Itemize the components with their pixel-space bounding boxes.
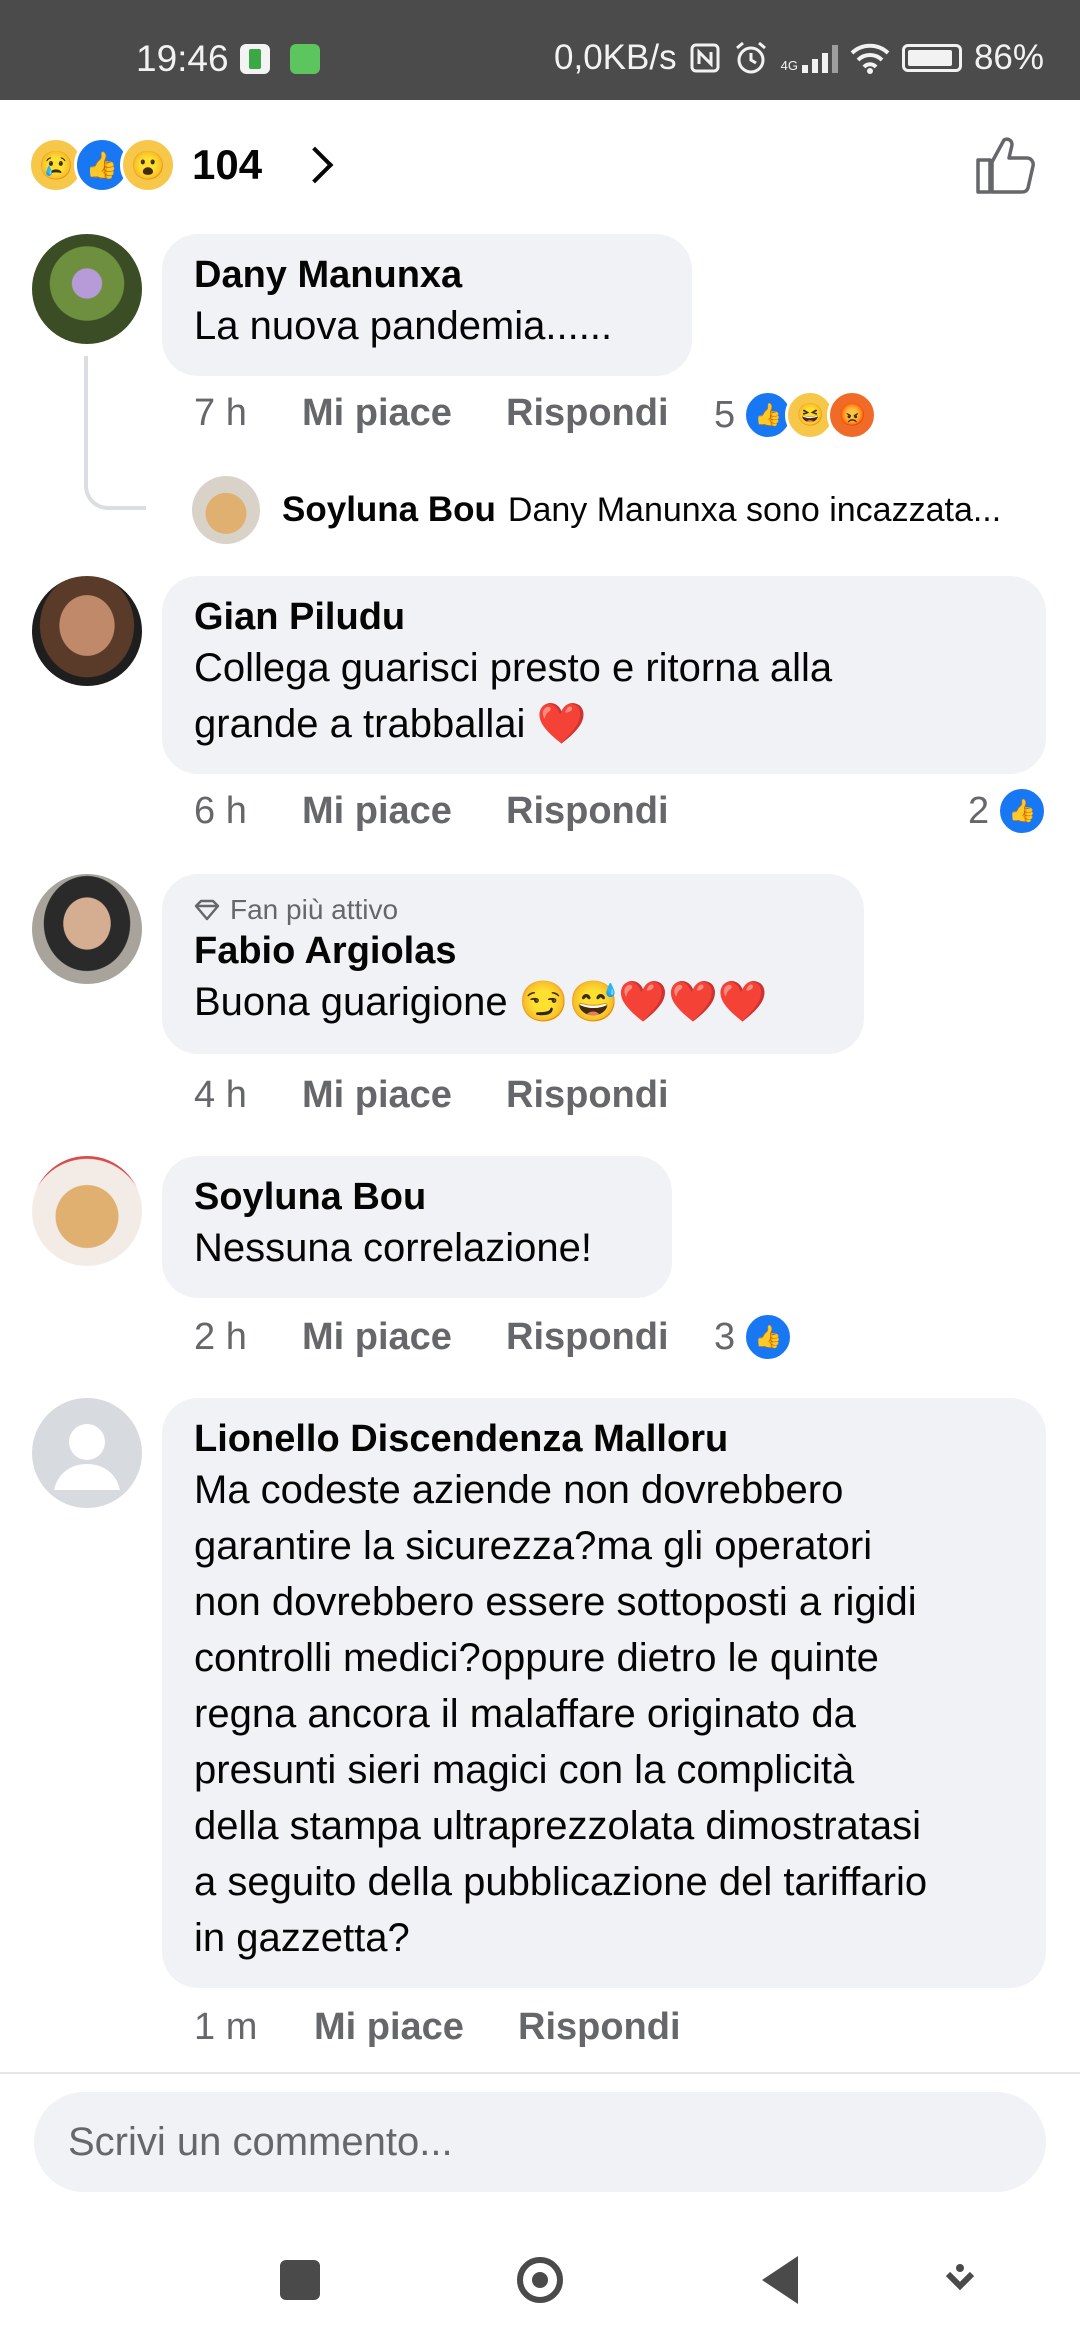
home-button[interactable]: [508, 2248, 572, 2312]
like-button[interactable]: Mi piace: [314, 2006, 518, 2049]
avatar[interactable]: [32, 234, 142, 344]
comment-actions: 4 h Mi piace Rispondi: [194, 1074, 669, 1117]
comment-author[interactable]: Gian Piludu: [194, 594, 1014, 640]
triangle-back-icon: [762, 2256, 798, 2304]
circle-icon: [517, 2257, 563, 2303]
diamond-icon: [194, 899, 220, 921]
comment-reactions[interactable]: 5 👍 😆 😡: [714, 390, 878, 440]
comment-time: 7 h: [194, 392, 247, 434]
avatar: [192, 476, 260, 544]
battery-icon: [901, 44, 962, 72]
comment-text-line: regna ancora il malaffare originato da: [194, 1692, 856, 1736]
comment-time: 4 h: [194, 1074, 247, 1116]
network-type: 4G: [780, 58, 798, 73]
comment-input[interactable]: Scrivi un commento...: [34, 2092, 1046, 2192]
reply-preview[interactable]: Soyluna Bou Dany Manunxa sono incazzata.…: [192, 476, 1001, 544]
status-indicators: 0,0KB/s 4G 86%: [554, 38, 1044, 78]
chevron-right-icon[interactable]: [296, 146, 334, 184]
comment-text: La nuova pandemia......: [194, 304, 613, 348]
comment-reactions[interactable]: 2 👍: [968, 786, 1048, 836]
reply-button[interactable]: Rispondi: [506, 1074, 669, 1117]
reaction-count: 3: [714, 1315, 736, 1358]
comment-reactions[interactable]: 3 👍: [714, 1312, 794, 1362]
like-button[interactable]: Mi piace: [302, 790, 506, 833]
comment-text-line: a seguito della pubblicazione del tariff…: [194, 1860, 928, 1904]
reply-button[interactable]: Rispondi: [506, 392, 669, 435]
reply-button[interactable]: Rispondi: [518, 2006, 681, 2049]
comment-text-line: in gazzetta?: [194, 1916, 410, 1960]
comment-actions: 2 h Mi piace Rispondi: [194, 1316, 669, 1359]
like-button[interactable]: Mi piace: [302, 1316, 506, 1359]
comment-actions: 6 h Mi piace Rispondi: [194, 790, 669, 833]
comment-text-line: non dovrebbero essere sottoposti a rigid…: [194, 1580, 917, 1624]
divider: [0, 2072, 1080, 2074]
comment-actions: 1 m Mi piace Rispondi: [194, 2006, 681, 2049]
reaction-count: 2: [968, 789, 990, 832]
comment-input-placeholder: Scrivi un commento...: [68, 2119, 453, 2164]
chevron-down-icon: [945, 2264, 975, 2291]
reaction-count: 5: [714, 393, 736, 436]
like-reaction-icon: 👍: [997, 786, 1048, 836]
expand-button[interactable]: [928, 2248, 992, 2312]
comment-text: Nessuna correlazione!: [194, 1226, 592, 1270]
like-button[interactable]: Mi piace: [302, 1074, 506, 1117]
back-button[interactable]: [748, 2248, 812, 2312]
system-nav-bar: [0, 2220, 1080, 2340]
wifi-icon: [850, 43, 890, 74]
comment-author[interactable]: Dany Manunxa: [194, 252, 660, 298]
reply-text: Dany Manunxa sono incazzata...: [507, 490, 1002, 529]
comment-bubble[interactable]: Dany Manunxa La nuova pandemia......: [162, 234, 692, 376]
reaction-count: 104: [192, 141, 263, 188]
comment-text-line: garantire la sicurezza?ma gli operatori: [194, 1524, 873, 1568]
angry-reaction-icon: 😡: [827, 390, 878, 440]
comment-bubble[interactable]: Gian Piludu Collega guarisci presto e ri…: [162, 576, 1046, 774]
top-fan-badge: Fan più attivo: [194, 892, 832, 928]
comment-author[interactable]: Soyluna Bou: [194, 1174, 640, 1220]
status-time: 19:46: [136, 38, 229, 79]
battery-level: 86%: [973, 38, 1044, 77]
comment-actions: 7 h Mi piace Rispondi: [194, 392, 669, 435]
wow-emoji-icon: 😮: [120, 137, 176, 193]
recents-button[interactable]: [268, 2248, 332, 2312]
comment-text-line: della stampa ultraprezzolata dimostratas…: [194, 1804, 922, 1848]
top-fan-label: Fan più attivo: [230, 894, 399, 925]
alarm-icon: [735, 41, 766, 74]
comment-text-line: grande a trabballai ❤️: [194, 702, 587, 746]
thread-line: [84, 356, 146, 510]
comment-text-line: Ma codeste aziende non dovrebbero: [194, 1468, 844, 1512]
like-outline-icon[interactable]: [970, 130, 1040, 200]
comment-time: 2 h: [194, 1316, 247, 1358]
reply-button[interactable]: Rispondi: [506, 1316, 669, 1359]
status-bar: 19:46 0,0KB/s 4G 86%: [0, 0, 1080, 100]
network-speed: 0,0KB/s: [554, 38, 677, 77]
comment-text-line: Collega guarisci presto e ritorna alla: [194, 646, 833, 690]
reactions-summary[interactable]: 😢 👍 😮 104: [28, 130, 334, 200]
square-icon: [280, 2260, 320, 2300]
default-avatar-icon[interactable]: [32, 1398, 142, 1508]
comment-time: 1 m: [194, 2006, 258, 2048]
comment-text-line: controlli medici?oppure dietro le quinte: [194, 1636, 879, 1680]
android-icon: [290, 44, 320, 74]
reply-button[interactable]: Rispondi: [506, 790, 669, 833]
app-notification-icon: [240, 44, 270, 74]
like-reaction-icon: 👍: [743, 1312, 794, 1362]
like-button[interactable]: Mi piace: [302, 392, 506, 435]
comment-bubble[interactable]: Lionello Discendenza Malloru Ma codeste …: [162, 1398, 1046, 1988]
comment-author[interactable]: Lionello Discendenza Malloru: [194, 1416, 1014, 1462]
reaction-emojis: 😢 👍 😮: [28, 137, 176, 193]
comment-time: 6 h: [194, 790, 247, 832]
comment-bubble[interactable]: Fan più attivo Fabio Argiolas Buona guar…: [162, 874, 864, 1054]
reply-author[interactable]: Soyluna Bou: [282, 490, 496, 530]
avatar[interactable]: [32, 1156, 142, 1266]
signal-icon: 4G: [781, 43, 838, 73]
comment-author[interactable]: Fabio Argiolas: [194, 928, 832, 974]
avatar[interactable]: [32, 576, 142, 686]
comment-text: Buona guarigione 😏😅❤️❤️❤️: [194, 980, 768, 1024]
comment-text-line: presunti sieri magici con la complicità: [194, 1748, 855, 1792]
nfc-icon: [690, 43, 720, 73]
comment-bubble[interactable]: Soyluna Bou Nessuna correlazione!: [162, 1156, 672, 1298]
avatar[interactable]: [32, 874, 142, 984]
